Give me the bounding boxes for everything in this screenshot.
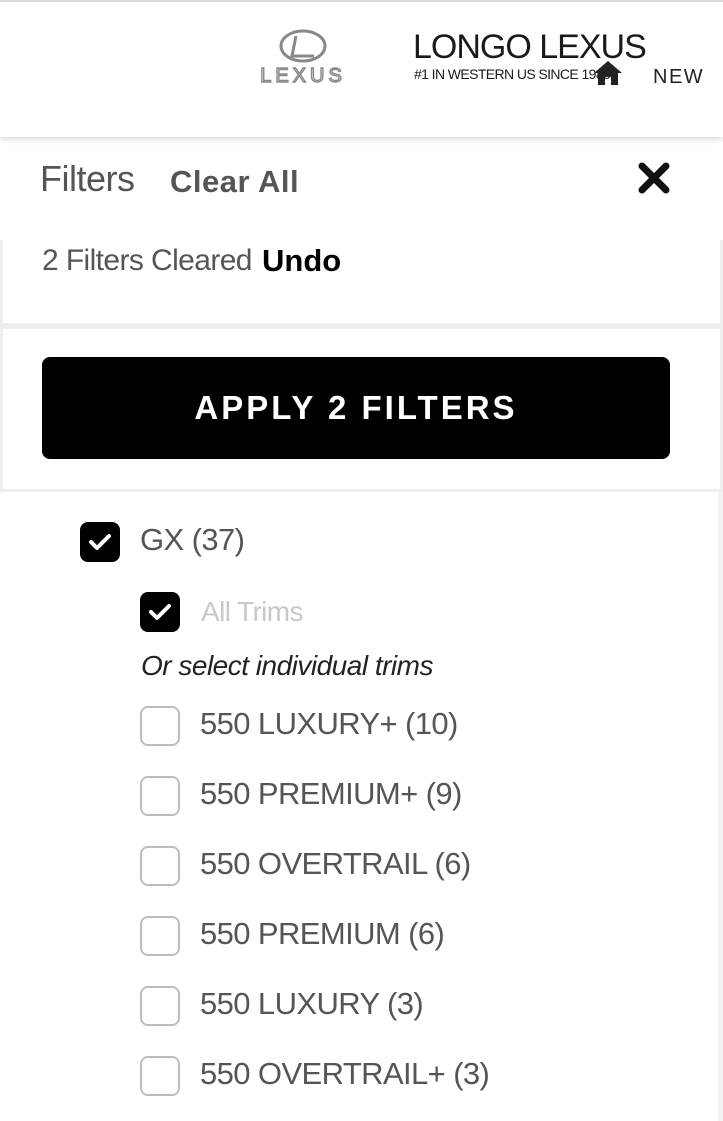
- scrollbar-track[interactable]: [718, 492, 723, 1121]
- undo-button[interactable]: Undo: [262, 243, 341, 279]
- model-gx-checkbox[interactable]: [80, 522, 120, 562]
- home-icon[interactable]: [593, 60, 623, 86]
- checkmark-icon: [89, 534, 111, 550]
- cleared-message: 2 Filters Cleared: [42, 244, 252, 277]
- nav-new-link[interactable]: NEW: [653, 66, 704, 89]
- trim-label[interactable]: 550 PREMIUM+ (9): [200, 776, 462, 812]
- clear-all-button[interactable]: Clear All: [170, 164, 299, 200]
- all-trims-label[interactable]: All Trims: [201, 594, 304, 630]
- all-trims-checkbox[interactable]: [140, 592, 180, 632]
- lexus-logo[interactable]: LEXUS: [236, 28, 370, 88]
- dealer-tagline: #1 IN WESTERN US SINCE 1985*: [414, 66, 616, 82]
- model-gx-label[interactable]: GX (37): [140, 522, 245, 558]
- site-header: LEXUS LONGO LEXUS #1 IN WESTERN US SINCE…: [0, 0, 723, 137]
- trim-checkbox[interactable]: [140, 986, 180, 1026]
- trim-checkbox[interactable]: [140, 776, 180, 816]
- trim-label[interactable]: 550 LUXURY+ (10): [200, 706, 458, 742]
- svg-text:LEXUS: LEXUS: [260, 65, 346, 87]
- trim-checkbox[interactable]: [140, 916, 180, 956]
- trim-label[interactable]: 550 LUXURY (3): [200, 986, 424, 1022]
- trim-checkbox[interactable]: [140, 846, 180, 886]
- filters-title: Filters: [40, 158, 135, 199]
- checkmark-icon: [149, 604, 171, 620]
- trim-label[interactable]: 550 OVERTRAIL+ (3): [200, 1056, 490, 1092]
- close-icon[interactable]: [636, 160, 672, 196]
- trim-hint: Or select individual trims: [141, 650, 433, 681]
- trim-label[interactable]: 550 OVERTRAIL (6): [200, 846, 471, 882]
- trim-label[interactable]: 550 PREMIUM (6): [200, 916, 445, 952]
- trim-checkbox[interactable]: [140, 1056, 180, 1096]
- apply-filters-button[interactable]: APPLY 2 FILTERS: [42, 357, 670, 459]
- trim-checkbox[interactable]: [140, 706, 180, 746]
